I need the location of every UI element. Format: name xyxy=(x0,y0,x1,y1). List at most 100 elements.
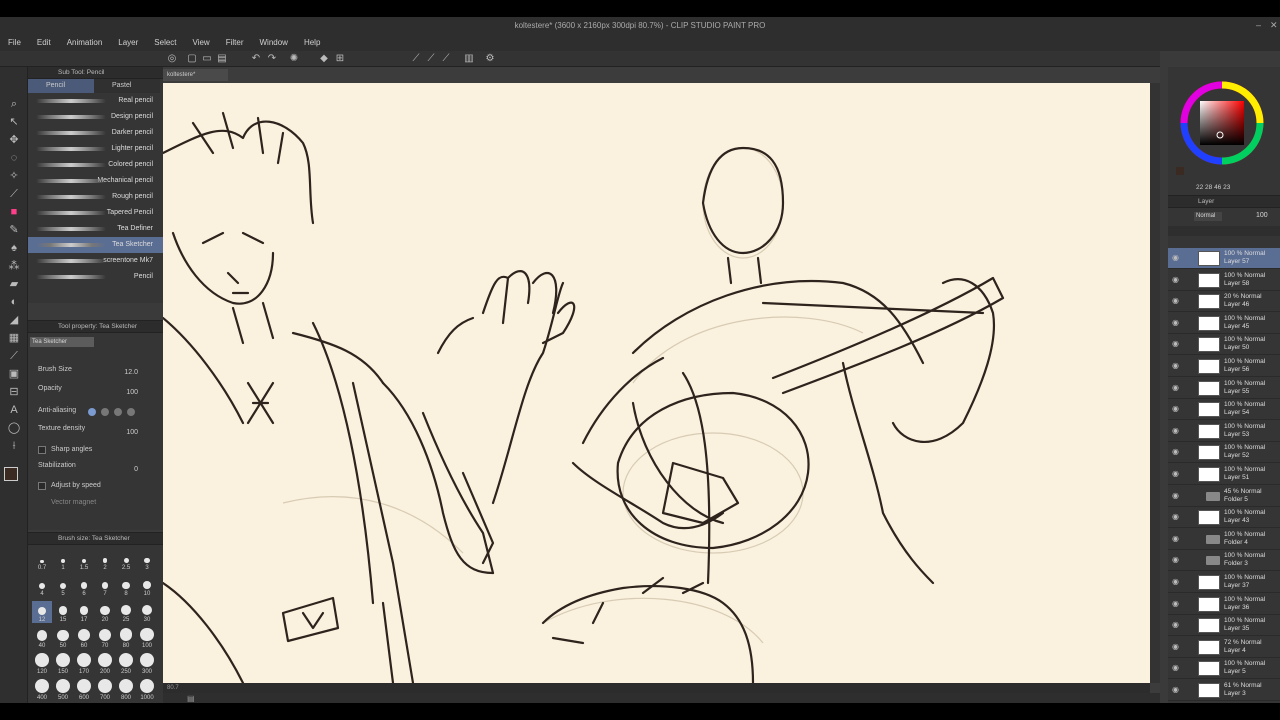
wand-tool-icon[interactable]: ✧ xyxy=(6,169,22,183)
brush-size-option[interactable]: 700 xyxy=(95,679,115,701)
layer-row[interactable]: ◉ 100 % Normal Layer 45 xyxy=(1168,313,1280,334)
eye-icon[interactable]: ◉ xyxy=(1172,404,1179,413)
brush-item[interactable]: Pencil xyxy=(28,269,163,285)
close-icon[interactable]: ✕ xyxy=(1270,17,1278,34)
layer-row[interactable]: ◉ 100 % Normal Layer 56 xyxy=(1168,356,1280,377)
brush-size-option[interactable]: 5 xyxy=(53,575,73,597)
brush-size-option[interactable]: 12 xyxy=(32,601,52,623)
operation-tool-icon[interactable]: ↖ xyxy=(6,115,22,129)
brush-size-option[interactable]: 1000 xyxy=(137,679,157,701)
eye-icon[interactable]: ◉ xyxy=(1172,685,1179,694)
minimize-icon[interactable]: – xyxy=(1256,17,1261,34)
blend-tool-icon[interactable]: ◐ xyxy=(6,295,22,309)
eye-icon[interactable]: ◉ xyxy=(1172,339,1179,348)
layer-row[interactable]: ◉ 100 % Normal Layer 50 xyxy=(1168,334,1280,356)
brush-size-option[interactable]: 400 xyxy=(32,679,52,701)
lasso-tool-icon[interactable]: ◌ xyxy=(6,151,22,165)
brush-item[interactable]: screentone Mk7 xyxy=(28,253,163,269)
tab-pencil[interactable]: Pencil xyxy=(28,79,94,93)
brush-size-option[interactable]: 1.5 xyxy=(74,549,94,571)
eye-icon[interactable]: ◉ xyxy=(1172,318,1179,327)
layer-row[interactable]: ◉ 45 % Normal Folder 5 xyxy=(1168,486,1280,507)
color-swatch-main[interactable] xyxy=(1176,167,1184,175)
sharp-angles-checkbox[interactable] xyxy=(38,446,46,454)
brush-item[interactable]: Colored pencil xyxy=(28,157,163,173)
layer-row[interactable]: ◉ 100 % Normal Layer 35 xyxy=(1168,615,1280,637)
fill-tool-icon[interactable]: ◢ xyxy=(6,313,22,327)
brush-size-option[interactable]: 300 xyxy=(137,653,157,675)
drawing-canvas[interactable] xyxy=(163,83,1150,683)
layer-row[interactable]: ◉ 100 % Normal Layer 36 xyxy=(1168,594,1280,615)
menu-help[interactable]: Help xyxy=(296,38,328,47)
eye-icon[interactable]: ◉ xyxy=(1172,361,1179,370)
settings-icon[interactable]: ⚙ xyxy=(484,53,496,65)
zoom-readout[interactable]: 80.7 xyxy=(167,685,179,691)
brush-size-option[interactable]: 2.5 xyxy=(116,549,136,571)
eye-icon[interactable]: ◉ xyxy=(1172,577,1179,586)
brush-size-option[interactable]: 250 xyxy=(116,653,136,675)
pen-tool-icon[interactable]: ■ xyxy=(6,205,22,219)
brush-item[interactable]: Darker pencil xyxy=(28,125,163,141)
layer-row[interactable]: ◉ 100 % Normal Layer 5 xyxy=(1168,658,1280,680)
pencil-tool-icon[interactable]: ✎ xyxy=(6,223,22,237)
main-color-swatch[interactable] xyxy=(4,467,18,481)
eyedropper-tool-icon[interactable]: ⟋ xyxy=(6,187,22,201)
snap-ruler-icon[interactable]: ⟋ xyxy=(410,53,422,65)
menu-layer[interactable]: Layer xyxy=(110,38,146,47)
brush-size-option[interactable]: 15 xyxy=(53,601,73,623)
brush-item[interactable]: Mechanical pencil xyxy=(28,173,163,189)
eye-icon[interactable]: ◉ xyxy=(1172,599,1179,608)
layer-row[interactable]: ◉ 100 % Normal Layer 37 xyxy=(1168,572,1280,593)
brush-size-option[interactable]: 17 xyxy=(74,601,94,623)
menu-edit[interactable]: Edit xyxy=(29,38,59,47)
assets-icon[interactable]: ▥ xyxy=(463,53,475,65)
brush-size-option[interactable]: 100 xyxy=(137,627,157,649)
layer-row[interactable]: ◉ 20 % Normal Layer 46 xyxy=(1168,291,1280,313)
brush-size-option[interactable]: 120 xyxy=(32,653,52,675)
ruler-tool-icon[interactable]: ⊟ xyxy=(6,385,22,399)
brush-size-option[interactable]: 70 xyxy=(95,627,115,649)
brush-size-option[interactable]: 60 xyxy=(74,627,94,649)
snap-special-icon[interactable]: ⟋ xyxy=(425,53,437,65)
brush-size-option[interactable]: 0.7 xyxy=(32,549,52,571)
eye-icon[interactable]: ◉ xyxy=(1172,383,1179,392)
brush-size-option[interactable]: 1 xyxy=(53,549,73,571)
color-wheel-svg[interactable] xyxy=(1168,67,1280,195)
texture-density-value[interactable]: 100 xyxy=(108,429,138,436)
brush-size-option[interactable]: 150 xyxy=(53,653,73,675)
opacity-value[interactable]: 100 xyxy=(108,389,138,396)
layer-row[interactable]: ◉ 100 % Normal Layer 55 xyxy=(1168,378,1280,399)
brush-size-option[interactable]: 600 xyxy=(74,679,94,701)
figure-tool-icon[interactable]: ⟋ xyxy=(6,349,22,363)
balloon-tool-icon[interactable]: ◯ xyxy=(6,421,22,435)
new-file-icon[interactable]: ▢ xyxy=(186,53,198,65)
menu-view[interactable]: View xyxy=(185,38,218,47)
layer-opacity-value[interactable]: 100 xyxy=(1256,212,1268,219)
eye-icon[interactable]: ◉ xyxy=(1172,253,1179,262)
brush-item[interactable]: Tea Definer xyxy=(28,221,163,237)
brush-size-option[interactable]: 200 xyxy=(95,653,115,675)
layer-row[interactable]: ◉ 100 % Normal Layer 43 xyxy=(1168,507,1280,529)
tab-pastel[interactable]: Pastel xyxy=(94,79,160,93)
brush-size-value[interactable]: 12.0 xyxy=(108,369,138,376)
brush-size-option[interactable]: 10 xyxy=(137,575,157,597)
brush-size-option[interactable]: 30 xyxy=(137,601,157,623)
layer-row[interactable]: ◉ 61 % Normal Layer 3 xyxy=(1168,680,1280,701)
brush-size-option[interactable]: 500 xyxy=(53,679,73,701)
menu-window[interactable]: Window xyxy=(252,38,296,47)
eye-icon[interactable]: ◉ xyxy=(1172,534,1179,543)
brush-item[interactable]: Tapered Pencil xyxy=(28,205,163,221)
brush-item[interactable]: Lighter pencil xyxy=(28,141,163,157)
eye-icon[interactable]: ◉ xyxy=(1172,491,1179,500)
brush-size-option[interactable]: 4 xyxy=(32,575,52,597)
undo-icon[interactable]: ↶ xyxy=(250,53,262,65)
app-icon[interactable]: ◎ xyxy=(166,53,178,65)
layer-row[interactable]: ◉ 100 % Normal Layer 54 xyxy=(1168,399,1280,421)
brush-tool-icon[interactable]: ♠ xyxy=(6,241,22,255)
layer-row[interactable]: ◉ 100 % Normal Layer 57 xyxy=(1168,248,1280,269)
vertical-scrollbar[interactable] xyxy=(1150,83,1160,683)
move-tool-icon[interactable]: ✥ xyxy=(6,133,22,147)
airbrush-tool-icon[interactable]: ⁂ xyxy=(6,259,22,273)
brush-item[interactable]: Design pencil xyxy=(28,109,163,125)
clear-icon[interactable]: ✺ xyxy=(288,53,300,65)
